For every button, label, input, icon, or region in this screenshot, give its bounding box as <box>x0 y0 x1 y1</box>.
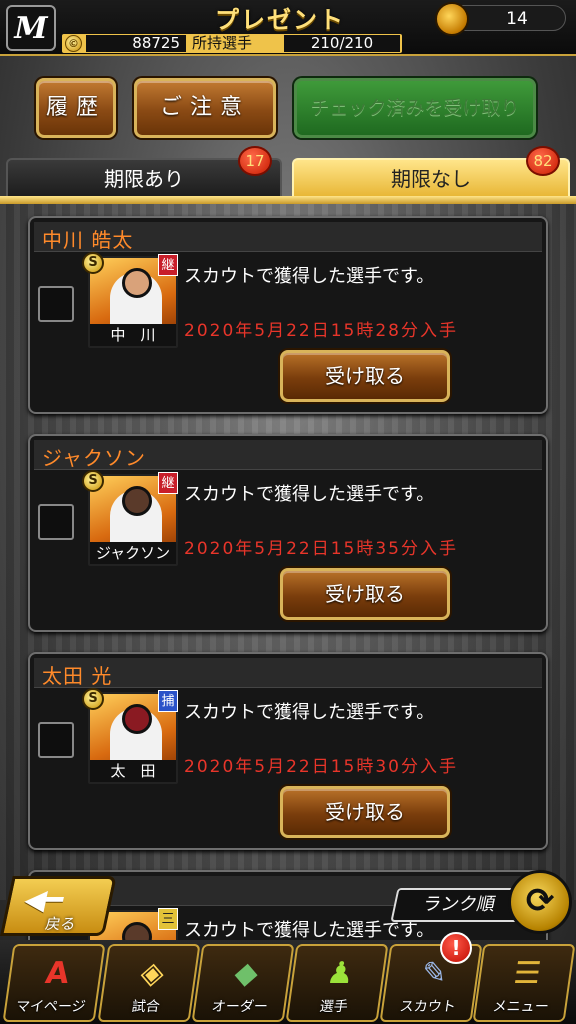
card-description: スカウトで獲得した選手です。 <box>184 702 435 723</box>
tab-underline <box>0 196 576 204</box>
player-plate: 中 川 <box>90 324 176 346</box>
player-face-icon <box>122 268 152 298</box>
energy-value: 14 <box>506 9 528 29</box>
card-description: スカウトで獲得した選手です。 <box>184 484 435 505</box>
a-logo-icon: A <box>43 956 72 991</box>
card-name-bar: 中川 皓太 <box>34 222 542 252</box>
refresh-sort-icon[interactable]: ⟳ <box>508 870 572 934</box>
tab-unlimited[interactable]: 期限なし 82 <box>292 146 570 196</box>
back-label: 戻る <box>43 915 78 933</box>
card-description: スカウトで獲得した選手です。 <box>184 266 435 287</box>
tab-limited-count-badge: 17 <box>238 146 272 176</box>
tab-unlimited-label: 期限なし <box>391 167 471 191</box>
nav-label: マイページ <box>14 999 87 1015</box>
bottom-nav: A マイページ ◈ 試合 ◆ オーダー ♟ 選手 ✎ スカウト ☰ メニュー <box>0 940 576 1024</box>
player-name: 太田 光 <box>42 664 113 688</box>
back-button[interactable]: ◀━ 戻る <box>0 876 117 936</box>
position-badge: 継 <box>158 254 178 276</box>
present-card: 太田 光 S 捕 太 田 スカウトで獲得した選手です。 2020年5月22日15… <box>28 652 548 850</box>
scout-alert-badge: ! <box>440 932 472 964</box>
menu-icon: ☰ <box>511 956 544 991</box>
owned-players-label: 所持選手 <box>192 34 253 52</box>
select-checkbox[interactable] <box>38 504 74 540</box>
tab-unlimited-count-badge: 82 <box>526 146 560 176</box>
receive-button[interactable]: 受け取る <box>280 350 450 402</box>
tab-limited[interactable]: 期限あり 17 <box>6 146 282 196</box>
receive-checked-button[interactable]: チェック済みを受け取り <box>294 78 536 138</box>
player-icon: ♟ <box>324 956 357 991</box>
field-icon: ◆ <box>232 956 261 991</box>
nav-label: 試合 <box>130 999 161 1015</box>
player-helmet-icon <box>122 704 152 734</box>
coin-icon: © <box>65 35 82 52</box>
stadium-icon: ◈ <box>138 956 167 991</box>
caution-button[interactable]: ご注意 <box>134 78 276 138</box>
card-date: 2020年5月22日15時30分入手 <box>184 757 458 777</box>
present-card: ジャクソン S 継 ジャクソン スカウトで獲得した選手です。 2020年5月22… <box>28 434 548 632</box>
card-name-bar: ジャクソン <box>34 440 542 470</box>
stats-bar: © 88725 所持選手 210/210 <box>62 34 402 53</box>
back-arrow-icon: ◀━ <box>21 883 67 916</box>
nav-mypage[interactable]: A マイページ <box>2 944 106 1022</box>
team-logo[interactable]: M <box>6 5 56 51</box>
present-card: 中川 皓太 S 継 中 川 スカウトで獲得した選手です。 2020年5月22日1… <box>28 216 548 414</box>
coin-count: 88725 <box>86 35 186 52</box>
position-badge: 継 <box>158 472 178 494</box>
card-date: 2020年5月22日15時35分入手 <box>184 539 458 559</box>
nav-label: 選手 <box>318 999 349 1015</box>
energy-counter: 14 <box>435 2 566 36</box>
receive-button[interactable]: 受け取る <box>280 786 450 838</box>
player-face-icon <box>122 486 152 516</box>
nav-label: オーダー <box>210 999 269 1015</box>
player-plate: 太 田 <box>90 760 176 782</box>
player-name: ジャクソン <box>42 446 146 470</box>
nav-order[interactable]: ◆ オーダー <box>191 944 295 1022</box>
page-title: プレゼント <box>215 6 345 34</box>
sort-order-button[interactable]: ランク順 <box>390 888 528 922</box>
nav-label: スカウト <box>398 999 457 1015</box>
rank-s-icon: S <box>82 252 104 274</box>
rank-s-icon: S <box>82 688 104 710</box>
card-date: 2020年5月22日15時28分入手 <box>184 321 458 341</box>
owned-players-count: 210/210 <box>284 35 400 52</box>
fire-ball-icon <box>435 2 469 36</box>
tab-limited-label: 期限あり <box>104 167 184 191</box>
nav-label: メニュー <box>491 999 550 1015</box>
nav-players[interactable]: ♟ 選手 <box>285 944 389 1022</box>
player-plate: ジャクソン <box>90 542 176 564</box>
history-button[interactable]: 履歴 <box>36 78 116 138</box>
position-badge: 捕 <box>158 690 178 712</box>
nav-menu[interactable]: ☰ メニュー <box>472 944 576 1022</box>
player-name: 中川 皓太 <box>42 228 134 252</box>
receive-button[interactable]: 受け取る <box>280 568 450 620</box>
nav-match[interactable]: ◈ 試合 <box>97 944 201 1022</box>
position-badge: 三 <box>158 908 178 930</box>
select-checkbox[interactable] <box>38 286 74 322</box>
select-checkbox[interactable] <box>38 722 74 758</box>
rank-s-icon: S <box>82 470 104 492</box>
card-name-bar: 太田 光 <box>34 658 542 688</box>
header: M プレゼント 14 © 88725 所持選手 210/210 <box>0 0 576 56</box>
